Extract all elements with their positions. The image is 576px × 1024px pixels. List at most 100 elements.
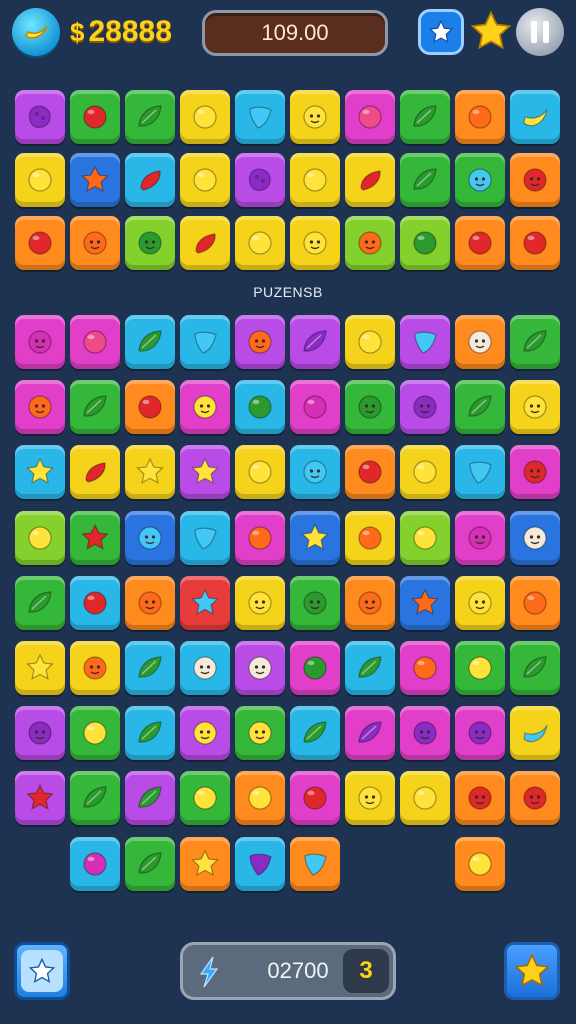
game-tile[interactable]	[290, 90, 340, 144]
game-tile[interactable]	[235, 510, 285, 565]
game-tile[interactable]	[510, 706, 560, 761]
game-tile[interactable]	[180, 153, 230, 207]
game-tile[interactable]	[400, 641, 450, 695]
game-tile[interactable]	[15, 575, 65, 630]
game-tile[interactable]	[15, 706, 65, 761]
game-tile[interactable]	[125, 510, 175, 565]
game-tile[interactable]	[400, 380, 450, 435]
game-tile[interactable]	[15, 380, 65, 435]
game-tile[interactable]	[70, 315, 120, 369]
game-tile[interactable]	[180, 315, 230, 369]
game-tile[interactable]	[400, 771, 450, 826]
game-tile[interactable]	[345, 315, 395, 369]
game-tile[interactable]	[290, 216, 340, 270]
game-tile[interactable]	[290, 380, 340, 435]
game-tile[interactable]	[510, 641, 560, 695]
game-tile[interactable]	[455, 380, 505, 435]
game-tile[interactable]	[345, 575, 395, 630]
game-tile[interactable]	[70, 510, 120, 565]
game-tile[interactable]	[180, 380, 230, 435]
game-tile[interactable]	[125, 706, 175, 761]
game-tile[interactable]	[400, 575, 450, 630]
game-tile[interactable]	[510, 380, 560, 435]
game-tile[interactable]	[345, 216, 395, 270]
game-tile[interactable]	[510, 153, 560, 207]
game-tile[interactable]	[510, 575, 560, 630]
game-tile[interactable]	[235, 641, 285, 695]
game-tile[interactable]	[345, 641, 395, 695]
game-tile[interactable]	[345, 771, 395, 826]
game-tile[interactable]	[235, 315, 285, 369]
right-star-button[interactable]	[504, 942, 560, 1000]
game-tile[interactable]	[235, 90, 285, 144]
game-tile[interactable]	[510, 510, 560, 565]
game-tile[interactable]	[455, 90, 505, 144]
game-tile[interactable]	[70, 771, 120, 826]
game-tile[interactable]	[15, 153, 65, 207]
game-tile[interactable]	[70, 575, 120, 630]
game-tile[interactable]	[180, 641, 230, 695]
game-tile[interactable]	[455, 641, 505, 695]
game-tile[interactable]	[400, 90, 450, 144]
game-tile[interactable]	[290, 445, 340, 500]
game-tile[interactable]	[125, 90, 175, 144]
game-tile[interactable]	[180, 445, 230, 500]
game-tile[interactable]	[400, 315, 450, 369]
game-tile[interactable]	[125, 380, 175, 435]
game-tile[interactable]	[345, 380, 395, 435]
game-tile[interactable]	[235, 153, 285, 207]
game-tile[interactable]	[345, 153, 395, 207]
game-tile[interactable]	[455, 575, 505, 630]
game-tile[interactable]	[235, 836, 285, 891]
game-tile[interactable]	[125, 315, 175, 369]
game-tile[interactable]	[400, 706, 450, 761]
game-tile[interactable]	[15, 445, 65, 500]
game-tile[interactable]	[290, 771, 340, 826]
game-tile[interactable]	[455, 771, 505, 826]
game-tile[interactable]	[400, 153, 450, 207]
game-tile[interactable]	[15, 90, 65, 144]
game-tile[interactable]	[400, 216, 450, 270]
game-tile[interactable]	[125, 153, 175, 207]
game-tile[interactable]	[290, 153, 340, 207]
game-tile[interactable]	[70, 706, 120, 761]
game-tile[interactable]	[180, 216, 230, 270]
game-tile[interactable]	[290, 575, 340, 630]
game-tile[interactable]	[235, 706, 285, 761]
game-tile[interactable]	[180, 90, 230, 144]
game-tile[interactable]	[180, 510, 230, 565]
star-button[interactable]	[418, 9, 464, 55]
pause-button[interactable]	[516, 8, 564, 56]
game-tile[interactable]	[235, 575, 285, 630]
game-tile[interactable]	[15, 641, 65, 695]
game-tile[interactable]	[345, 445, 395, 500]
game-tile[interactable]	[455, 153, 505, 207]
game-tile[interactable]	[70, 836, 120, 891]
game-tile[interactable]	[235, 216, 285, 270]
game-tile[interactable]	[180, 771, 230, 826]
game-tile[interactable]	[70, 380, 120, 435]
game-tile[interactable]	[15, 216, 65, 270]
game-tile[interactable]	[455, 445, 505, 500]
game-tile[interactable]	[400, 510, 450, 565]
game-tile[interactable]	[510, 90, 560, 144]
game-tile[interactable]	[455, 706, 505, 761]
game-tile[interactable]	[70, 216, 120, 270]
game-tile[interactable]	[290, 641, 340, 695]
game-tile[interactable]	[510, 315, 560, 369]
game-tile[interactable]	[125, 836, 175, 891]
boost-meter[interactable]: 02700 3	[180, 942, 396, 1000]
game-tile[interactable]	[70, 641, 120, 695]
game-tile[interactable]	[290, 510, 340, 565]
game-tile[interactable]	[290, 706, 340, 761]
game-tile[interactable]	[15, 771, 65, 826]
game-tile[interactable]	[180, 836, 230, 891]
game-tile[interactable]	[125, 771, 175, 826]
left-star-button[interactable]	[14, 942, 70, 1000]
game-tile[interactable]	[345, 90, 395, 144]
game-tile[interactable]	[455, 315, 505, 369]
game-tile[interactable]	[125, 575, 175, 630]
game-tile[interactable]	[510, 771, 560, 826]
game-tile[interactable]	[125, 641, 175, 695]
game-tile[interactable]	[15, 510, 65, 565]
